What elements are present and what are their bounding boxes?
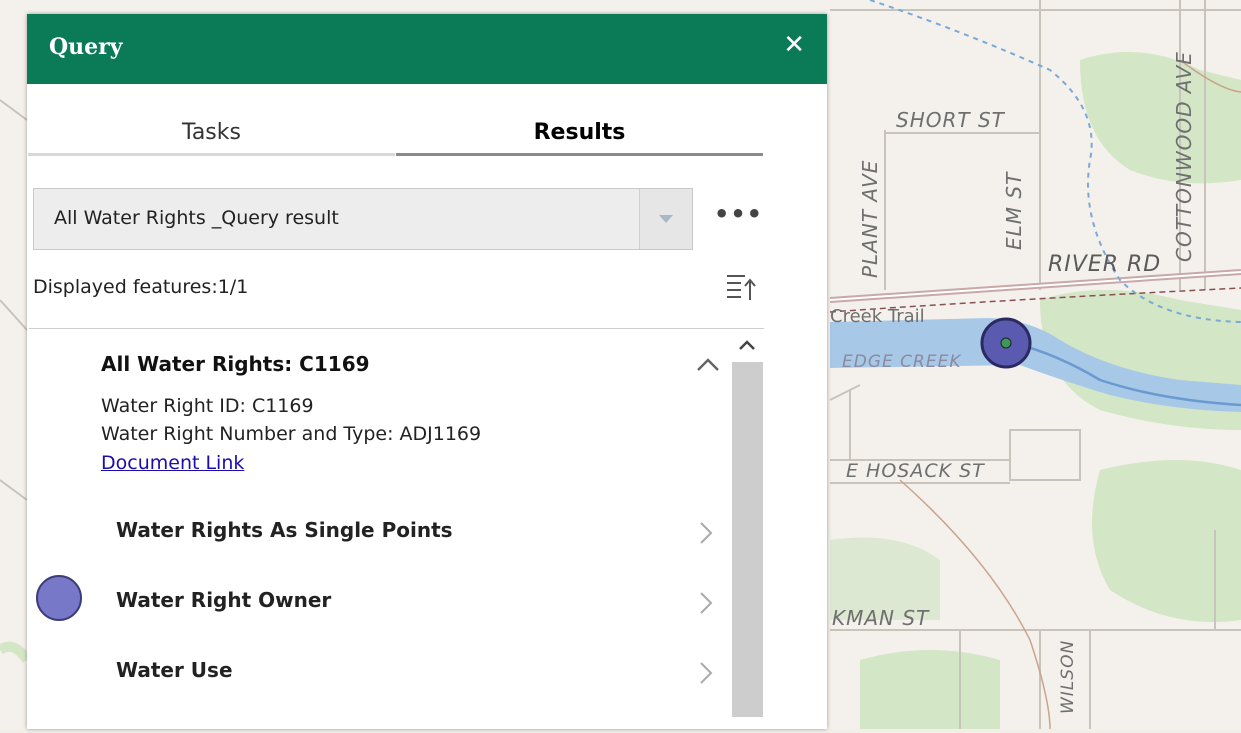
panel-header: Query ✕ <box>27 14 827 84</box>
water-right-number-type: Water Right Number and Type: ADJ1169 <box>101 423 482 445</box>
street-label-short-st: SHORT ST <box>896 108 1005 132</box>
related-item-label: Water Use <box>116 658 233 682</box>
chevron-right-icon <box>700 522 713 544</box>
related-item-single-points[interactable]: Water Rights As Single Points <box>30 502 730 562</box>
related-item-label: Water Right Owner <box>116 588 332 612</box>
dropdown-arrow-button[interactable] <box>639 189 692 249</box>
chevron-right-icon <box>700 662 713 684</box>
chevron-down-icon <box>659 215 673 223</box>
creek-label: EDGE CREEK <box>842 352 962 372</box>
street-label-cottonwood-ave: COTTONWOOD AVE <box>1172 51 1196 262</box>
related-item-label: Water Rights As Single Points <box>116 518 453 542</box>
sort-icon[interactable] <box>726 272 756 308</box>
tab-tasks[interactable]: Tasks <box>28 112 395 156</box>
street-label-plant-ave: PLANT AVE <box>858 159 882 278</box>
chevron-up-icon <box>739 340 755 350</box>
scrollbar-thumb[interactable] <box>732 362 763 717</box>
displayed-features-count: Displayed features:1/1 <box>33 276 249 298</box>
tab-tasks-label: Tasks <box>182 120 241 145</box>
street-label-wilson: WILSON <box>1058 639 1078 714</box>
panel-title: Query <box>49 34 123 60</box>
document-link[interactable]: Document Link <box>101 452 244 474</box>
water-right-id: Water Right ID: C1169 <box>101 395 314 417</box>
tab-results[interactable]: Results <box>396 112 763 156</box>
chevron-up-icon <box>697 358 719 371</box>
street-label-e-hosack-st: E HOSACK ST <box>846 460 985 482</box>
feature-title: All Water Rights: C1169 <box>101 352 370 376</box>
street-label-kman-st: KMAN ST <box>832 606 930 630</box>
street-label-elm-st: ELM ST <box>1002 171 1026 250</box>
layer-select[interactable]: All Water Rights _Query result <box>33 188 693 250</box>
related-item-water-use[interactable]: Water Use <box>30 642 730 702</box>
trail-label: Creek Trail <box>830 306 925 327</box>
layer-select-value: All Water Rights _Query result <box>54 207 339 229</box>
more-options-button[interactable]: ••• <box>714 200 763 228</box>
scrollbar[interactable] <box>730 330 764 717</box>
tab-results-label: Results <box>533 120 626 145</box>
tab-bar: Tasks Results <box>28 112 763 156</box>
point-symbol-icon <box>36 575 82 621</box>
close-button[interactable]: ✕ <box>783 32 805 58</box>
collapse-icon[interactable] <box>694 350 722 382</box>
scroll-up-button[interactable] <box>730 330 764 360</box>
chevron-right-icon <box>700 592 713 614</box>
related-item-owner[interactable]: Water Right Owner <box>30 572 730 632</box>
street-label-river-rd: RIVER RD <box>1048 252 1162 277</box>
